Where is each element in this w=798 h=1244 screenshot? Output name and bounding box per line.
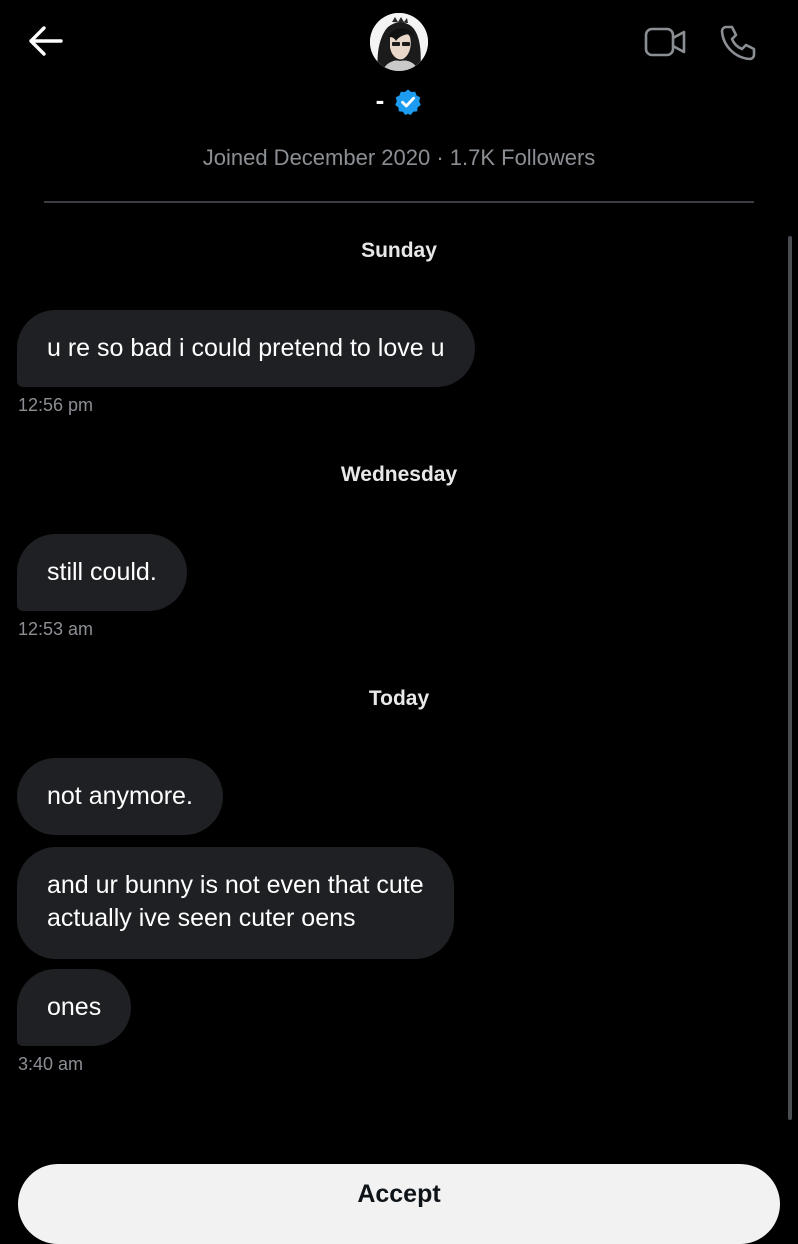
message-timestamp: 3:40 am <box>18 1054 84 1074</box>
message-line: actually ive seen cuter oens <box>47 904 356 932</box>
message-bubble[interactable]: and ur bunny is not even that cute actua… <box>17 847 454 959</box>
profile-name[interactable]: - <box>376 84 385 116</box>
voice-call-button[interactable] <box>718 22 758 62</box>
arrow-left-icon <box>29 26 63 56</box>
verified-badge-icon <box>395 89 422 115</box>
message-bubble[interactable]: ones <box>17 969 132 1046</box>
video-camera-icon <box>644 27 686 57</box>
avatar[interactable] <box>370 13 428 71</box>
profile-name-row: - <box>0 84 798 118</box>
message-bubble[interactable]: not anymore. <box>17 758 223 835</box>
message-timestamp: 12:53 am <box>18 619 94 639</box>
profile-photo <box>370 13 428 71</box>
profile-meta: Joined December 2020 · 1.7K Followers <box>202 145 596 170</box>
accept-button[interactable]: Accept <box>18 1164 780 1244</box>
day-separator: Today <box>368 687 430 710</box>
video-call-button[interactable] <box>642 24 688 60</box>
message-bubble[interactable]: still could. <box>17 534 187 611</box>
conversation-header: - Joined December 2020 · 1.7K Followers <box>0 0 798 205</box>
back-button[interactable] <box>26 24 66 58</box>
message-timestamp: 12:56 pm <box>18 395 94 415</box>
day-separator: Wednesday <box>340 463 458 486</box>
scrollbar[interactable] <box>788 236 792 1120</box>
message-bubble[interactable]: u re so bad i could pretend to love u <box>17 310 475 387</box>
phone-icon <box>720 25 756 61</box>
header-divider <box>44 201 754 203</box>
message-line: and ur bunny is not even that cute <box>47 871 424 899</box>
day-separator: Sunday <box>361 239 437 262</box>
